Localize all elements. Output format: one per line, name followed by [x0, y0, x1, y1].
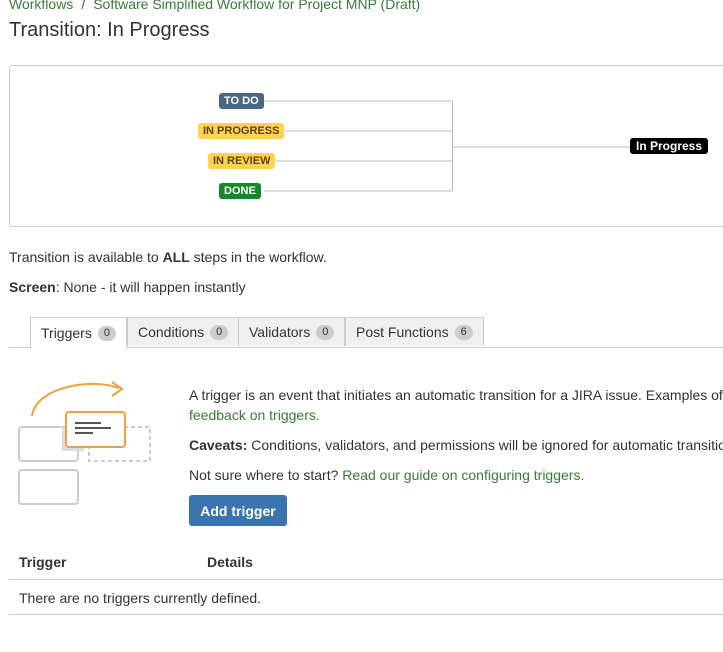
- table-empty-row: There are no triggers currently defined.: [9, 580, 723, 615]
- availability-prefix: Transition is available to: [9, 249, 163, 265]
- breadcrumb-link-workflow[interactable]: Software Simplified Workflow for Project…: [93, 0, 420, 12]
- transition-tabs: Triggers 0 Conditions 0 Validators 0 Post F…: [9, 317, 723, 348]
- availability-emphasis: ALL: [162, 249, 190, 265]
- caveats-text: Conditions, validators, and permissions …: [247, 437, 723, 453]
- screen-text: Screen: None - it will happen instantly: [9, 279, 246, 295]
- tab-label: Triggers: [41, 325, 92, 341]
- empty-message: There are no triggers currently defined.: [19, 590, 262, 606]
- tab-count-badge: 0: [316, 324, 335, 340]
- trigger-illustration: [18, 381, 151, 505]
- breadcrumb-link-workflows[interactable]: Workflows: [9, 0, 73, 12]
- tab-label: Validators: [249, 324, 311, 340]
- diagram-connectors: [264, 100, 635, 192]
- trigger-caveats: Caveats: Conditions, validators, and per…: [189, 437, 723, 453]
- tab-triggers[interactable]: Triggers 0: [30, 317, 127, 348]
- tab-count-badge: 0: [210, 324, 229, 340]
- availability-suffix: steps in the workflow.: [189, 249, 327, 265]
- breadcrumb-separator: /: [81, 0, 86, 12]
- page-title: Transition: In Progress: [9, 19, 210, 41]
- tab-post-functions[interactable]: Post Functions 6: [345, 317, 484, 346]
- tab-label: Conditions: [138, 324, 205, 340]
- column-header-trigger: Trigger: [19, 554, 67, 570]
- guide-link[interactable]: Read our guide on configuring triggers.: [342, 467, 584, 483]
- status-lozenge-in-review: IN REVIEW: [208, 153, 276, 169]
- screen-value: : None - it will happen instantly: [55, 279, 246, 295]
- trigger-feedback-link[interactable]: feedback on triggers.: [189, 407, 320, 423]
- guide-prefix: Not sure where to start?: [189, 467, 343, 483]
- column-header-details: Details: [207, 554, 253, 570]
- trigger-guide: Not sure where to start? Read our guide …: [189, 467, 584, 483]
- tab-validators[interactable]: Validators 0: [238, 317, 346, 346]
- availability-text: Transition is available to ALL steps in …: [9, 249, 327, 265]
- transition-target-label: In Progress: [630, 138, 709, 154]
- tab-label: Post Functions: [356, 324, 449, 340]
- status-lozenge-todo: TO DO: [219, 93, 264, 109]
- caveats-label: Caveats:: [189, 437, 248, 453]
- workflow-diagram: TO DO IN PROGRESS IN REVIEW DONE In Prog…: [9, 65, 723, 227]
- screen-label: Screen: [9, 279, 56, 295]
- tab-conditions[interactable]: Conditions 0: [127, 317, 240, 346]
- triggers-table-header: Trigger Details: [9, 550, 723, 580]
- status-lozenge-done: DONE: [219, 183, 261, 199]
- tab-count-badge: 6: [454, 324, 473, 340]
- breadcrumb: Workflows / Software Simplified Workflow f…: [9, 0, 420, 12]
- trigger-intro-text: A trigger is an event that initiates an …: [189, 387, 723, 403]
- tab-count-badge: 0: [97, 325, 116, 341]
- status-lozenge-in-progress: IN PROGRESS: [198, 123, 285, 139]
- add-trigger-button[interactable]: Add trigger: [189, 495, 287, 526]
